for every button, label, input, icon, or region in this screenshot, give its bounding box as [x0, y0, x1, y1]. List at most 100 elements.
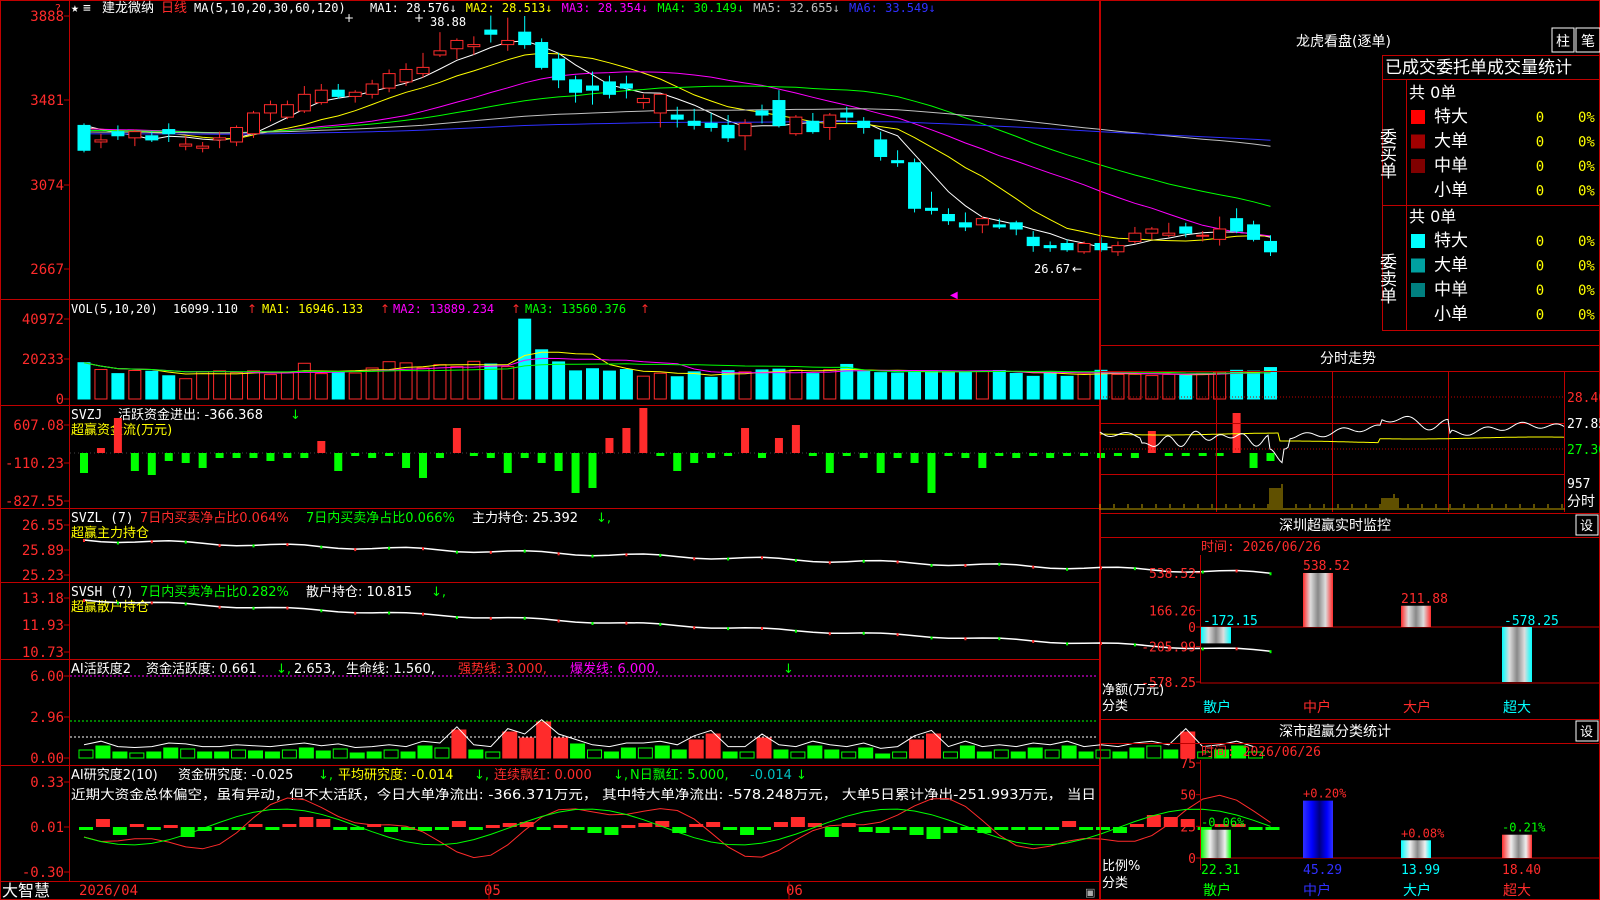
y-tick-label: -110.23	[5, 456, 64, 472]
ai2-bar	[1045, 827, 1060, 830]
y-tick-label: -827.55	[5, 494, 64, 510]
svzj-arrow-icon: ↓	[290, 408, 301, 423]
realtime-category-label: 散户	[1203, 699, 1231, 716]
ai2-arrow-icon: ↓,	[613, 768, 628, 783]
ai1-bar	[603, 751, 619, 759]
ai2-bar	[892, 827, 907, 830]
candle-body	[857, 120, 871, 128]
ai2-bar	[163, 825, 178, 828]
candle-body	[552, 58, 566, 81]
classification-y-tick: 25	[1180, 820, 1196, 835]
svzj-bar	[1113, 453, 1122, 456]
svzl-line-dot	[1201, 570, 1204, 574]
ai2-bar	[129, 824, 144, 827]
svzj-bar	[469, 453, 478, 456]
low-arrow-icon: ←	[1072, 262, 1082, 276]
svsh-line-dot	[252, 606, 255, 610]
volume-bar	[1043, 371, 1057, 400]
ai1-bar	[976, 751, 992, 759]
volume-bar	[230, 372, 244, 400]
ma-value-4: MA4: 30.149↓	[657, 1, 744, 15]
candle-body	[145, 135, 159, 141]
sell-color-swatch	[1411, 258, 1425, 273]
y-tick-label: 13.18	[22, 591, 64, 607]
svzl-line-dot	[455, 550, 458, 554]
buy-row-name: 特大	[1434, 107, 1468, 127]
volume-bar	[958, 371, 972, 400]
candle-body	[619, 83, 633, 89]
svzj-bar	[283, 453, 292, 458]
svzl-line-dot	[184, 540, 187, 544]
ai1-bar	[959, 745, 975, 759]
ai2-bar	[1062, 821, 1077, 827]
question-icon[interactable]: ?	[55, 2, 61, 15]
candle-body	[416, 66, 430, 75]
svsh-line-dot	[1235, 647, 1238, 651]
classification-change-label: -0.06%	[1201, 816, 1245, 830]
intraday-y-tick: 28.40	[1567, 391, 1600, 406]
buy-row-pct: 0%	[1578, 159, 1595, 175]
candle-body	[331, 89, 345, 97]
ai1-bar	[417, 745, 433, 759]
ai1-bar	[1061, 745, 1077, 759]
candle-body	[806, 120, 820, 133]
candle-body	[975, 218, 989, 226]
candle-body	[128, 131, 142, 139]
svzl-line-dot	[1235, 569, 1238, 573]
classification-settings-label: 设	[1580, 725, 1593, 740]
svzj-bar	[656, 453, 665, 456]
y-tick-label: 0.01	[30, 820, 64, 836]
star-icon[interactable]: ★	[71, 1, 79, 16]
sell-row-name: 中单	[1434, 280, 1468, 300]
candle-body	[280, 104, 294, 118]
candle-body	[1145, 228, 1159, 234]
svzj-bar	[876, 453, 885, 473]
svzj-bar	[741, 428, 750, 453]
volume-bar	[77, 362, 91, 400]
volume-bar	[789, 369, 803, 400]
lock-icon[interactable]: ▣	[1085, 886, 1095, 899]
ai2-research: 资金研究度: -0.025	[178, 767, 293, 783]
period-label[interactable]: 日线	[161, 1, 187, 16]
classification-value-label: 13.99	[1401, 863, 1440, 878]
volume-bar	[196, 371, 210, 400]
candle-body	[789, 116, 803, 135]
candle-body	[891, 160, 905, 164]
sell-row-pct: 0%	[1578, 259, 1595, 275]
svzj-bar	[249, 453, 258, 458]
svsh-line-dot	[1201, 647, 1204, 651]
svzj-bar	[927, 453, 936, 493]
svzj-bar	[351, 453, 360, 456]
ai1-bar	[909, 739, 925, 759]
svsh-label: SVSH (7)	[71, 585, 134, 600]
svzl-line-dot	[862, 559, 865, 563]
svsh-line-dot	[557, 619, 560, 623]
svsh-line-dot	[388, 611, 391, 615]
svzj-bar	[825, 453, 834, 473]
svzj-bar	[96, 448, 105, 453]
intraday-y-tick: 27.30	[1567, 443, 1600, 458]
realtime-y-tick: 538.52	[1149, 567, 1196, 582]
svsh-line-dot	[422, 612, 424, 616]
ai1-bar	[1027, 747, 1043, 759]
svsh-line-dot	[1066, 642, 1069, 646]
classification-category-label: 超大	[1503, 883, 1531, 899]
realtime-bar	[1502, 627, 1532, 682]
svzj-bar	[1249, 453, 1258, 468]
candle-body	[1162, 232, 1176, 236]
volume-bar	[602, 370, 616, 400]
candle-body	[1213, 228, 1227, 240]
ai2-arrow-icon: ↓,	[474, 768, 489, 783]
ai2-bar	[1028, 827, 1043, 830]
ai1-bar	[722, 751, 738, 759]
svzj-bar	[1130, 453, 1139, 458]
candle-body	[772, 100, 786, 126]
menu-icon[interactable]: ≡	[83, 1, 91, 16]
ai1-bar	[383, 749, 399, 759]
svzj-bar	[317, 441, 326, 453]
candle-body	[179, 143, 193, 147]
sell-row-count: 0	[1536, 259, 1544, 275]
y-tick-label: 0	[56, 392, 64, 408]
svsh-line-dot	[184, 602, 187, 606]
sell-row-count: 0	[1536, 308, 1544, 324]
